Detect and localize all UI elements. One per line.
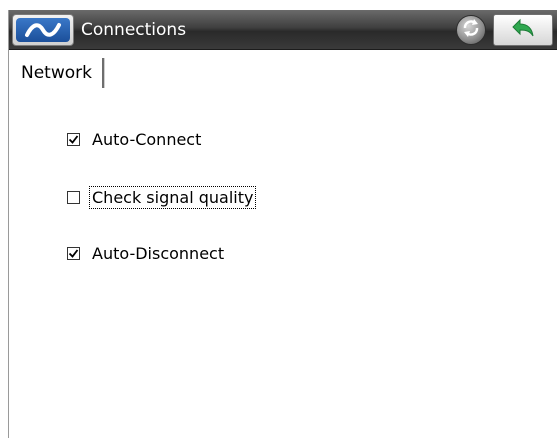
auto-connect-label: Auto-Connect: [92, 129, 202, 149]
auto-disconnect-checkbox[interactable]: [67, 246, 80, 260]
back-button[interactable]: [493, 14, 553, 46]
auto-connect-checkbox[interactable]: [67, 132, 80, 146]
home-logo-button[interactable]: [12, 14, 74, 46]
window-title: Connections: [81, 20, 187, 40]
connections-window: Connections Network Auto-Connect Check s…: [8, 10, 557, 438]
sync-button[interactable]: [456, 15, 486, 45]
tab-network[interactable]: Network: [15, 58, 104, 88]
titlebar: Connections: [9, 10, 557, 50]
option-auto-connect[interactable]: Auto-Connect: [67, 126, 203, 152]
sync-icon: [461, 18, 481, 42]
brand-logo-icon: [16, 18, 70, 42]
auto-disconnect-label: Auto-Disconnect: [92, 243, 225, 263]
tab-strip: Network: [9, 50, 557, 96]
option-check-signal-quality[interactable]: Check signal quality: [67, 184, 257, 210]
option-auto-disconnect[interactable]: Auto-Disconnect: [67, 240, 226, 266]
back-arrow-icon: [511, 18, 535, 42]
check-signal-quality-checkbox[interactable]: [67, 190, 80, 204]
check-signal-quality-label: Check signal quality: [88, 185, 257, 209]
